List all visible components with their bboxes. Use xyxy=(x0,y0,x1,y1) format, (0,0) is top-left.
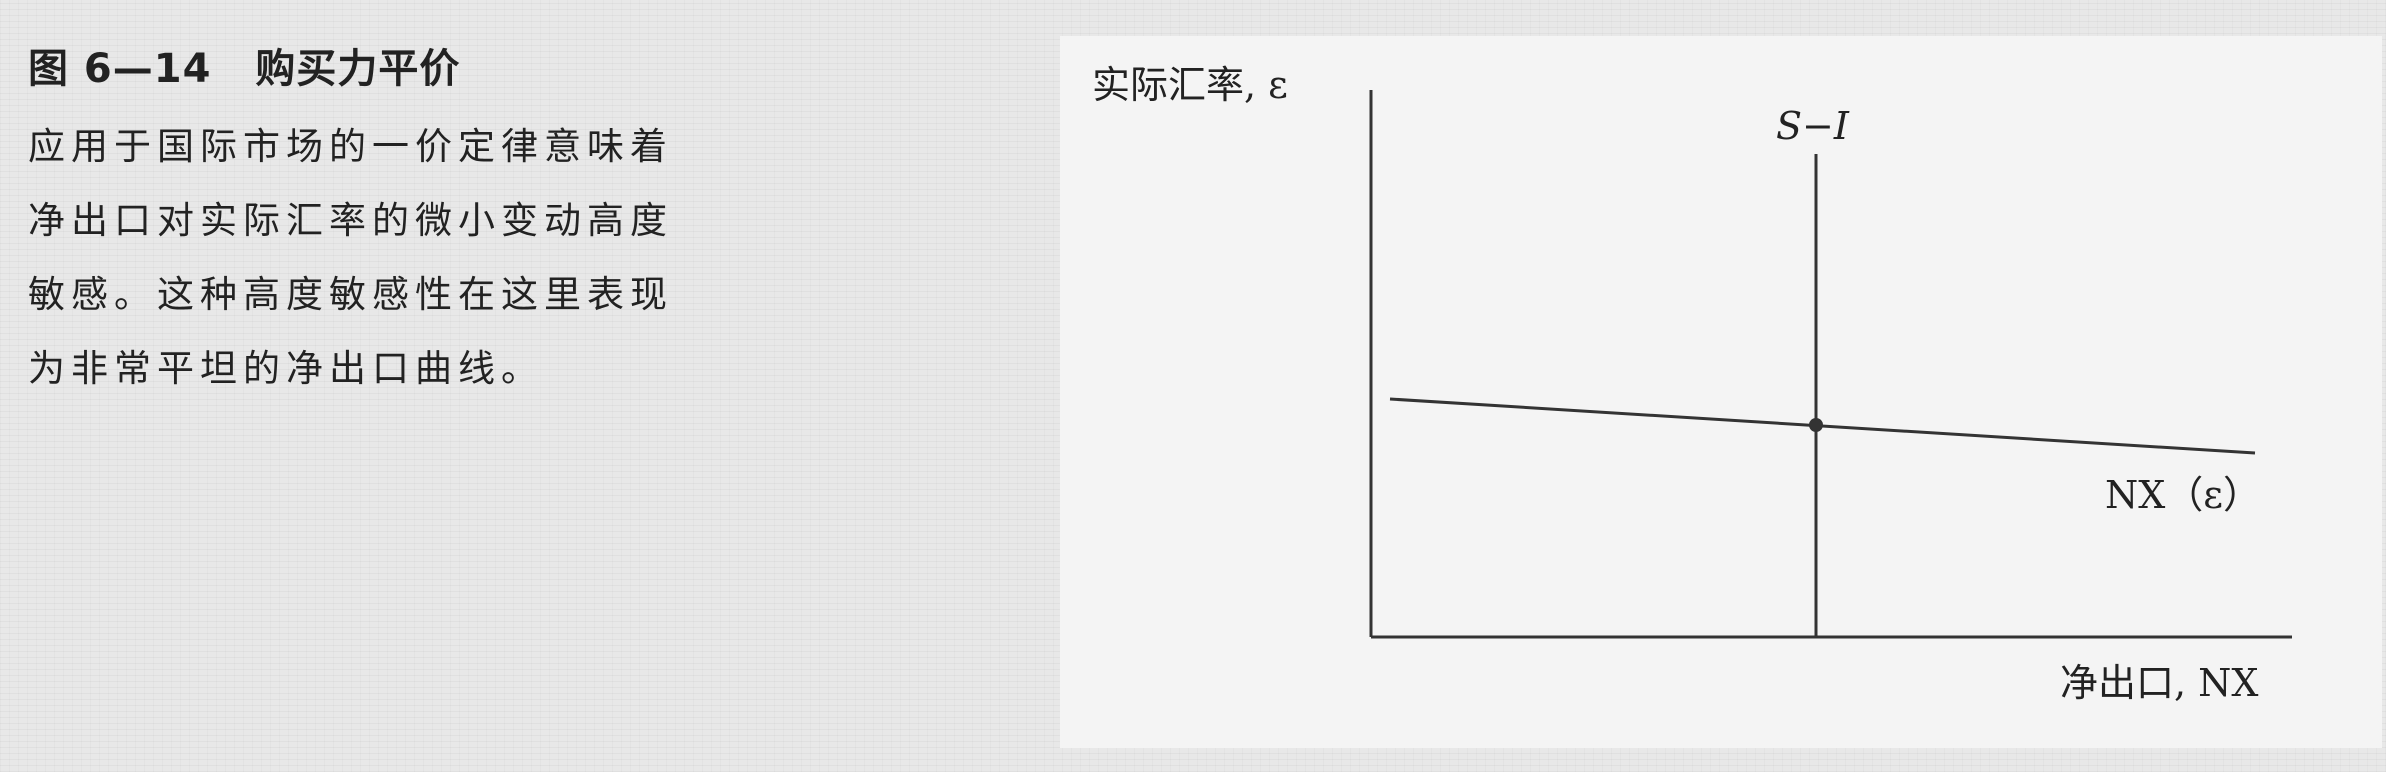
figure-title: 购买力平价 xyxy=(255,46,461,92)
diagram-panel: 实际汇率, ε S−I NX（ε） 净出口, NX xyxy=(1060,36,2382,748)
caption-line-3: 敏感。这种高度敏感性在这里表现 xyxy=(28,273,673,316)
caption-line-4: 为非常平坦的净出口曲线。 xyxy=(28,347,544,390)
caption-line-2: 净出口对实际汇率的微小变动高度 xyxy=(28,199,673,242)
caption-title: 图 6—14 购买力平价 xyxy=(28,36,748,94)
figure-number: 图 6—14 xyxy=(28,46,212,92)
vertical-line-label: S−I xyxy=(1776,104,1849,148)
x-axis-label: 净出口, NX xyxy=(2060,661,2259,705)
y-axis-label: 实际汇率, ε xyxy=(1092,63,1288,107)
figure-caption: 图 6—14 购买力平价 应用于国际市场的一价定律意味着 净出口对实际汇率的微小变… xyxy=(28,36,748,406)
equilibrium-point xyxy=(1809,418,1823,432)
caption-line-1: 应用于国际市场的一价定律意味着 xyxy=(28,125,673,168)
curve-label: NX（ε） xyxy=(2105,473,2261,517)
diagram-svg xyxy=(1369,90,2292,639)
